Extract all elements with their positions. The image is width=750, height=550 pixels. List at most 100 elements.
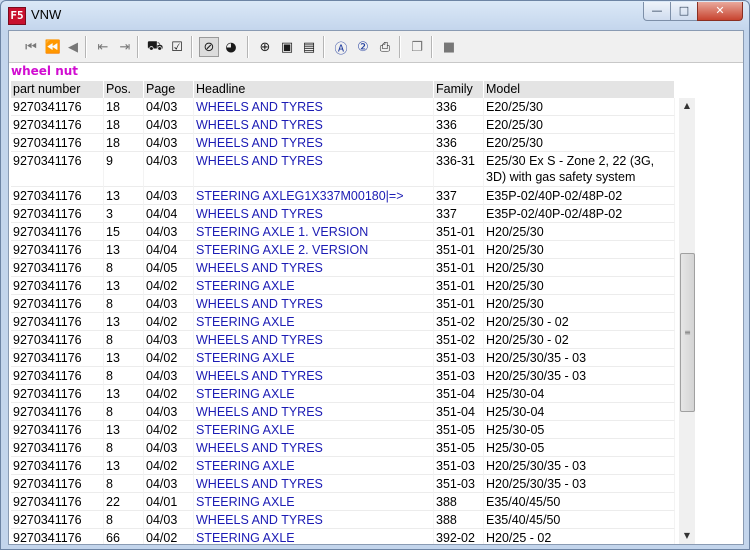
checklist-icon[interactable]: ☑ [167, 37, 187, 57]
cell-family: 351-01 [434, 241, 484, 259]
table-row[interactable]: 9270341176 13 04/02 STEERING AXLE 351-03 H20/… [9, 349, 675, 367]
cell-page: 04/02 [144, 457, 194, 475]
cell-part-number: 9270341176 [11, 421, 104, 439]
cell-part-number: 9270341176 [11, 367, 104, 385]
search-a-icon[interactable]: Ⓐ [331, 37, 351, 57]
table-row[interactable]: 9270341176 3 04/04 WHEELS AND TYRES 337 E35P-… [9, 205, 675, 223]
table-row[interactable]: 9270341176 13 04/02 STEERING AXLE 351-01 H20/… [9, 277, 675, 295]
table-row[interactable]: 9270341176 18 04/03 WHEELS AND TYRES 336 E20/… [9, 116, 675, 134]
table-row[interactable]: 9270341176 22 04/01 STEERING AXLE 388 E35/40/… [9, 493, 675, 511]
column-header-part-number[interactable]: part number [11, 81, 103, 98]
cell-headline: WHEELS AND TYRES [194, 367, 434, 385]
scroll-up-button[interactable]: ▲ [679, 98, 695, 114]
cell-headline: STEERING AXLE [194, 529, 434, 544]
table-row[interactable]: 9270341176 8 04/03 WHEELS AND TYRES 351-05 H2… [9, 439, 675, 457]
app-window: F5 VNW — □ ✕ ⏮ ⏪ ◀ ⇤ ⇥ ⛟ ☑ ⊘ ◕ ⊕ ▣ ▤ Ⓐ ② ⎙ ❐ ■ wheel nut… [0, 0, 750, 550]
cell-family: 388 [434, 511, 484, 529]
cell-pos: 8 [104, 367, 144, 385]
stop-icon[interactable]: ■ [439, 37, 459, 57]
cell-page: 04/01 [144, 493, 194, 511]
table-row[interactable]: 9270341176 18 04/03 WHEELS AND TYRES 336 E20/… [9, 98, 675, 116]
title-bar[interactable]: F5 VNW — □ ✕ [1, 1, 749, 29]
table-row[interactable]: 9270341176 13 04/02 STEERING AXLE 351-02 H20/… [9, 313, 675, 331]
scroll-thumb[interactable]: ≡ [680, 253, 695, 412]
table-row[interactable]: 9270341176 13 04/03 STEERING AXLEG1X337M001… [9, 187, 675, 205]
cell-pos: 13 [104, 385, 144, 403]
cell-model: E35/40/45/50 [484, 493, 675, 511]
close-button[interactable]: ✕ [697, 2, 743, 21]
table-row[interactable]: 9270341176 8 04/03 WHEELS AND TYRES 351-03 H2… [9, 475, 675, 493]
cart-icon[interactable]: ⛟ [145, 37, 165, 57]
cell-part-number: 9270341176 [11, 439, 104, 457]
cell-family: 351-02 [434, 313, 484, 331]
cell-family: 351-04 [434, 403, 484, 421]
column-header-headline[interactable]: Headline [194, 81, 433, 98]
table-row[interactable]: 9270341176 66 04/02 STEERING AXLE 392-02 H20/… [9, 529, 675, 544]
toolbar-separator [137, 36, 138, 58]
cell-page: 04/03 [144, 403, 194, 421]
table-row[interactable]: 9270341176 15 04/03 STEERING AXLE 1. VERSIO… [9, 223, 675, 241]
cell-pos: 8 [104, 295, 144, 313]
cell-part-number: 9270341176 [11, 241, 104, 259]
vertical-scrollbar[interactable]: ▲ ≡ ▼ [679, 98, 695, 544]
app-logo-icon: F5 [8, 7, 26, 25]
first-page-icon[interactable]: ⏮ [21, 37, 41, 57]
double-back-icon[interactable]: ⏪ [43, 37, 63, 57]
cell-family: 351-01 [434, 277, 484, 295]
table-header: part number Pos. Page Headline Family Model [9, 81, 675, 98]
toolbar-separator [431, 36, 432, 58]
cell-pos: 13 [104, 421, 144, 439]
results-table: 9270341176 18 04/03 WHEELS AND TYRES 336 E20/… [9, 98, 675, 544]
no-parts-filter-icon[interactable]: ⊘ [199, 37, 219, 57]
scroll-down-button[interactable]: ▼ [679, 528, 695, 544]
cell-family: 351-03 [434, 457, 484, 475]
table-row[interactable]: 9270341176 8 04/03 WHEELS AND TYRES 388 E35/4… [9, 511, 675, 529]
table-row[interactable]: 9270341176 18 04/03 WHEELS AND TYRES 336 E20/… [9, 134, 675, 152]
column-header-page[interactable]: Page [144, 81, 193, 98]
table-row[interactable]: 9270341176 8 04/03 WHEELS AND TYRES 351-03 H2… [9, 367, 675, 385]
cell-page: 04/02 [144, 421, 194, 439]
column-header-family[interactable]: Family [434, 81, 483, 98]
cell-model: E20/25/30 [484, 134, 675, 152]
next-document-icon[interactable]: ⇥ [115, 37, 135, 57]
globe-icon[interactable]: ◕ [221, 37, 241, 57]
table-row[interactable]: 9270341176 13 04/02 STEERING AXLE 351-03 H20/… [9, 457, 675, 475]
cell-pos: 13 [104, 241, 144, 259]
printer-icon[interactable]: ⎙ [375, 37, 395, 57]
cell-family: 351-03 [434, 367, 484, 385]
cell-model: H20/25/30 [484, 223, 675, 241]
cell-part-number: 9270341176 [11, 277, 104, 295]
cell-page: 04/03 [144, 367, 194, 385]
column-header-model[interactable]: Model [484, 81, 674, 98]
page-alt-icon[interactable]: ▤ [299, 37, 319, 57]
cell-pos: 18 [104, 134, 144, 152]
cell-model: H25/30-04 [484, 403, 675, 421]
search-2-icon[interactable]: ② [353, 37, 373, 57]
table-row[interactable]: 9270341176 13 04/02 STEERING AXLE 351-05 H25/… [9, 421, 675, 439]
cell-part-number: 9270341176 [11, 134, 104, 152]
prev-document-icon[interactable]: ⇤ [93, 37, 113, 57]
toolbar-separator [323, 36, 324, 58]
column-header-pos[interactable]: Pos. [104, 81, 143, 98]
table-row[interactable]: 9270341176 8 04/05 WHEELS AND TYRES 351-01 H2… [9, 259, 675, 277]
cell-part-number: 9270341176 [11, 349, 104, 367]
cell-model: E20/25/30 [484, 116, 675, 134]
copy-icon[interactable]: ❐ [407, 37, 427, 57]
cell-model: H25/30-05 [484, 421, 675, 439]
cell-headline: WHEELS AND TYRES [194, 152, 434, 187]
minimize-button[interactable]: — [643, 2, 671, 21]
cell-headline: WHEELS AND TYRES [194, 511, 434, 529]
maximize-button[interactable]: □ [670, 2, 698, 21]
cell-part-number: 9270341176 [11, 475, 104, 493]
table-row[interactable]: 9270341176 8 04/03 WHEELS AND TYRES 351-01 H2… [9, 295, 675, 313]
table-row[interactable]: 9270341176 8 04/03 WHEELS AND TYRES 351-04 H2… [9, 403, 675, 421]
table-row[interactable]: 9270341176 8 04/03 WHEELS AND TYRES 351-02 H2… [9, 331, 675, 349]
table-row[interactable]: 9270341176 13 04/02 STEERING AXLE 351-04 H25/… [9, 385, 675, 403]
page-icon[interactable]: ▣ [277, 37, 297, 57]
back-icon[interactable]: ◀ [63, 37, 83, 57]
cell-pos: 8 [104, 403, 144, 421]
table-row[interactable]: 9270341176 13 04/04 STEERING AXLE 2. VERSIO… [9, 241, 675, 259]
table-row[interactable]: 9270341176 9 04/03 WHEELS AND TYRES 336-31 E2… [9, 152, 675, 187]
cell-page: 04/03 [144, 134, 194, 152]
zoom-icon[interactable]: ⊕ [255, 37, 275, 57]
